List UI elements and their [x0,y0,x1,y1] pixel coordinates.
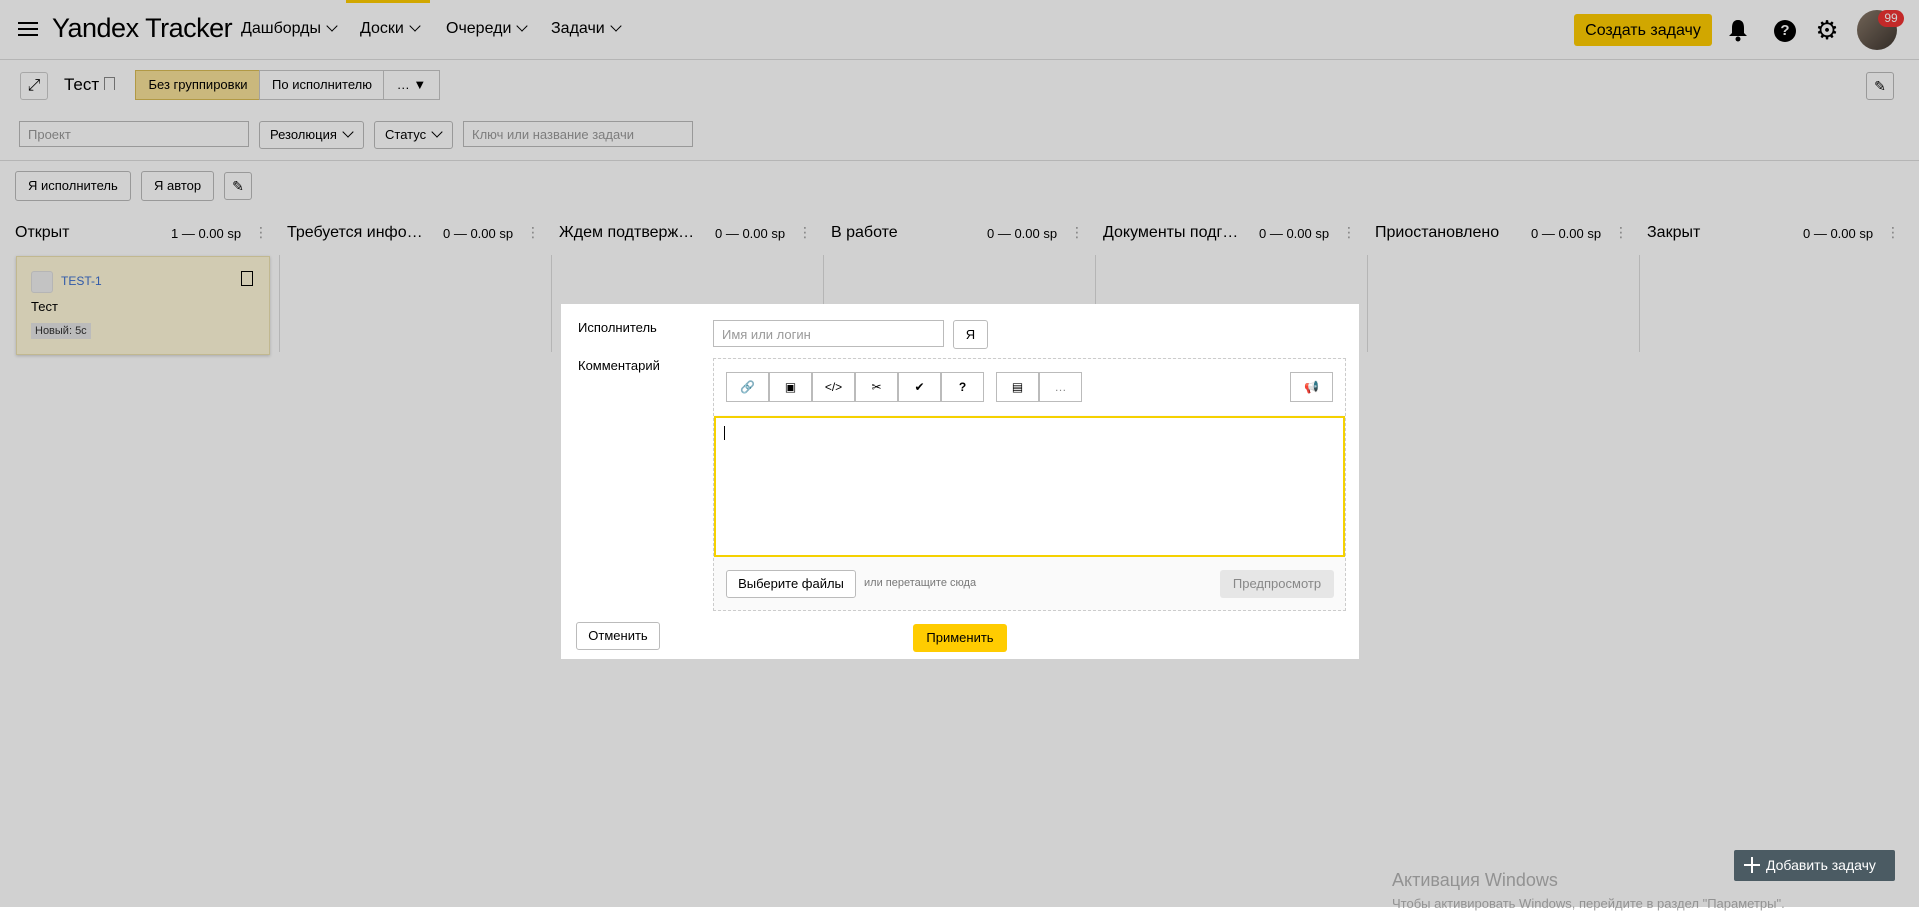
assignee-input[interactable]: Имя или логин [713,320,944,347]
template-icon[interactable]: ▤ [996,372,1039,402]
cut-icon[interactable]: ✂ [855,372,898,402]
apply-button[interactable]: Применить [913,624,1007,652]
cancel-button[interactable]: Отменить [576,622,660,650]
choose-files-button[interactable]: Выберите файлы [726,570,856,598]
link-icon[interactable]: 🔗 [726,372,769,402]
add-task-label: Добавить задачу [1766,857,1876,873]
megaphone-icon[interactable]: 📢 [1290,372,1333,402]
transition-dialog: Исполнитель Имя или логин Я Комментарий … [561,304,1359,659]
comment-label: Комментарий [578,358,660,373]
preview-button[interactable]: Предпросмотр [1220,570,1334,598]
windows-watermark-title: Активация Windows [1392,870,1558,890]
image-icon[interactable]: ▣ [769,372,812,402]
comment-textarea[interactable] [714,416,1345,557]
windows-watermark-text: Чтобы активировать Windows, перейдите в … [1392,896,1785,911]
text-caret [724,426,725,440]
drop-hint: или перетащите сюда [864,577,977,589]
editor-toolbar: 🔗 ▣ </> ✂ ✔ ? ▤ … 📢 [714,359,1345,415]
more-icon[interactable]: … [1039,372,1082,402]
help-icon[interactable]: ? [941,372,984,402]
checkmark-icon[interactable]: ✔ [898,372,941,402]
plus-icon [1744,857,1760,873]
comment-editor: 🔗 ▣ </> ✂ ✔ ? ▤ … 📢 Выберите файлы или п… [713,358,1346,611]
add-task-button[interactable]: Добавить задачу [1734,850,1895,881]
assignee-label: Исполнитель [578,320,657,335]
assign-me-button[interactable]: Я [953,320,988,349]
code-icon[interactable]: </> [812,372,855,402]
